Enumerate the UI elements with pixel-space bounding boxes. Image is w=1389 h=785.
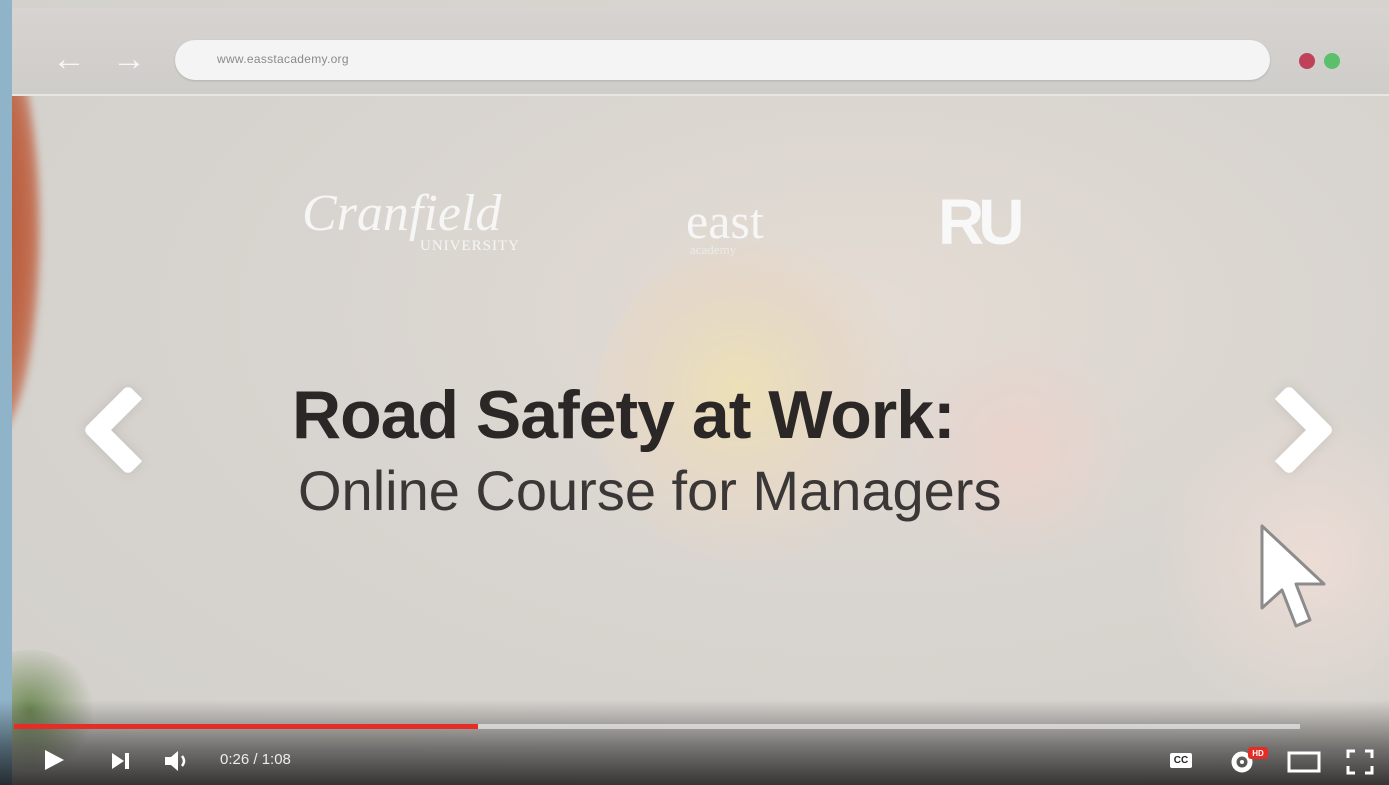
time-display: 0:26 / 1:08 [220,751,291,768]
next-track-icon[interactable] [110,751,134,771]
browser-chrome: ← → www.easstacademy.org [12,8,1389,96]
left-edge-bar [0,0,12,785]
previous-slide-chevron-icon[interactable] [82,384,174,476]
cranfield-university-logo: Cranfield UNIVERSITY [302,185,519,255]
ru-logo: RU [938,186,1024,258]
slide-subtitle: Online Course for Managers [298,459,1002,522]
play-icon[interactable] [42,748,66,772]
hd-badge-label: HD [1252,749,1264,758]
east-logo-text: east [686,193,764,249]
progress-bar[interactable] [14,724,1300,729]
forward-arrow-icon[interactable]: → [112,42,146,76]
slide-title: Road Safety at Work: [292,377,956,453]
east-academy-logo: east academy [686,193,764,257]
cranfield-logo-text: Cranfield [302,185,502,242]
theater-mode-icon[interactable] [1287,750,1323,774]
back-arrow-icon[interactable]: ← [52,42,86,76]
settings-gear-icon[interactable]: HD [1228,745,1270,775]
east-logo-subtext: academy [690,242,737,257]
player-controls-bar [0,700,1389,785]
address-bar[interactable]: www.easstacademy.org [175,40,1270,80]
url-text: www.easstacademy.org [217,52,349,66]
green-dot-icon [1324,53,1340,69]
red-dot-icon [1299,53,1315,69]
closed-captions-button[interactable]: CC [1170,753,1192,768]
volume-icon[interactable] [163,749,191,773]
video-frame[interactable]: ← → www.easstacademy.org Cranfield UNIVE… [0,0,1389,785]
mouse-pointer-icon [1260,524,1326,628]
progress-bar-fill [14,724,479,729]
cranfield-logo-subtext: UNIVERSITY [420,238,520,254]
fullscreen-icon[interactable] [1346,749,1374,775]
